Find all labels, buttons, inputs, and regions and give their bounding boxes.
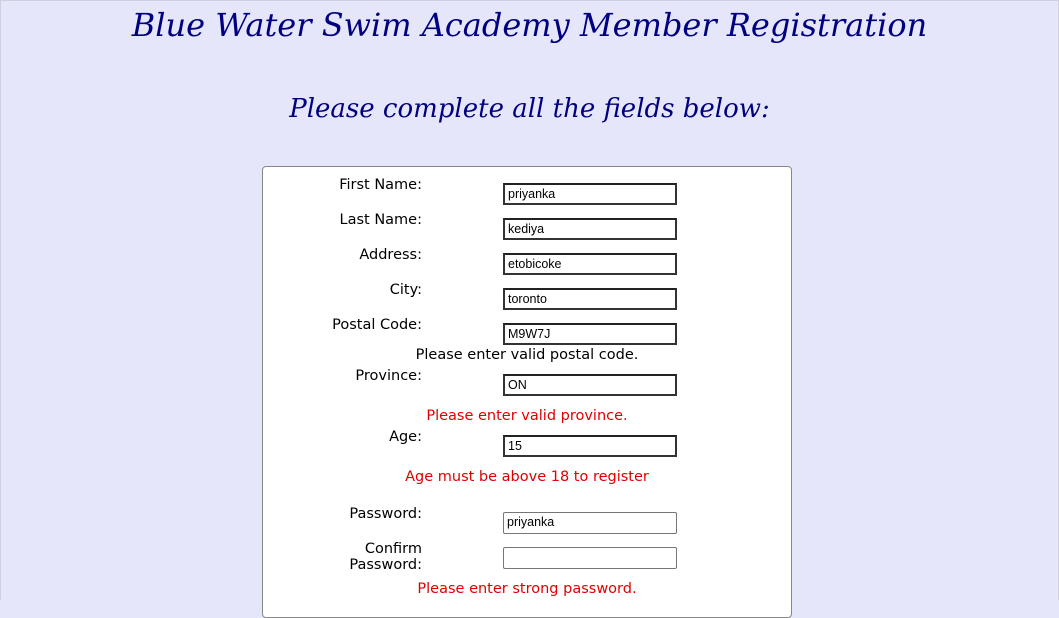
province-error: Please enter valid province. [426, 408, 628, 424]
age-error: Age must be above 18 to register [405, 469, 649, 485]
city-input[interactable]: toronto [503, 288, 677, 310]
address-input[interactable]: etobicoke [503, 253, 677, 275]
last-name-input[interactable]: kediya [503, 218, 677, 240]
last-name-label: Last Name: [339, 212, 422, 228]
password-error: Please enter strong password. [417, 581, 637, 597]
confirm-password-label-line1: Confirm [364, 541, 422, 557]
confirm-password-label-line2: Password: [349, 557, 422, 573]
confirm-password-input[interactable] [503, 547, 677, 569]
province-label: Province: [355, 368, 422, 384]
password-label: Password: [349, 506, 422, 522]
first-name-input[interactable]: priyanka [503, 183, 677, 205]
city-label: City: [389, 282, 422, 298]
first-name-label: First Name: [339, 177, 422, 193]
page-subtitle: Please complete all the fields below: [289, 94, 770, 124]
page-title: Blue Water Swim Academy Member Registrat… [131, 6, 928, 44]
password-input[interactable]: priyanka [503, 512, 677, 534]
province-input[interactable]: ON [503, 374, 677, 396]
postal-code-input[interactable]: M9W7J [503, 323, 677, 345]
age-input[interactable]: 15 [503, 435, 677, 457]
postal-code-label: Postal Code: [332, 317, 422, 333]
age-label: Age: [389, 429, 422, 445]
address-label: Address: [359, 247, 422, 263]
registration-form: First Name: priyanka Last Name: kediya A… [262, 166, 792, 618]
confirm-password-label: Confirm Password: [222, 541, 422, 573]
postal-code-message: Please enter valid postal code. [415, 347, 639, 363]
